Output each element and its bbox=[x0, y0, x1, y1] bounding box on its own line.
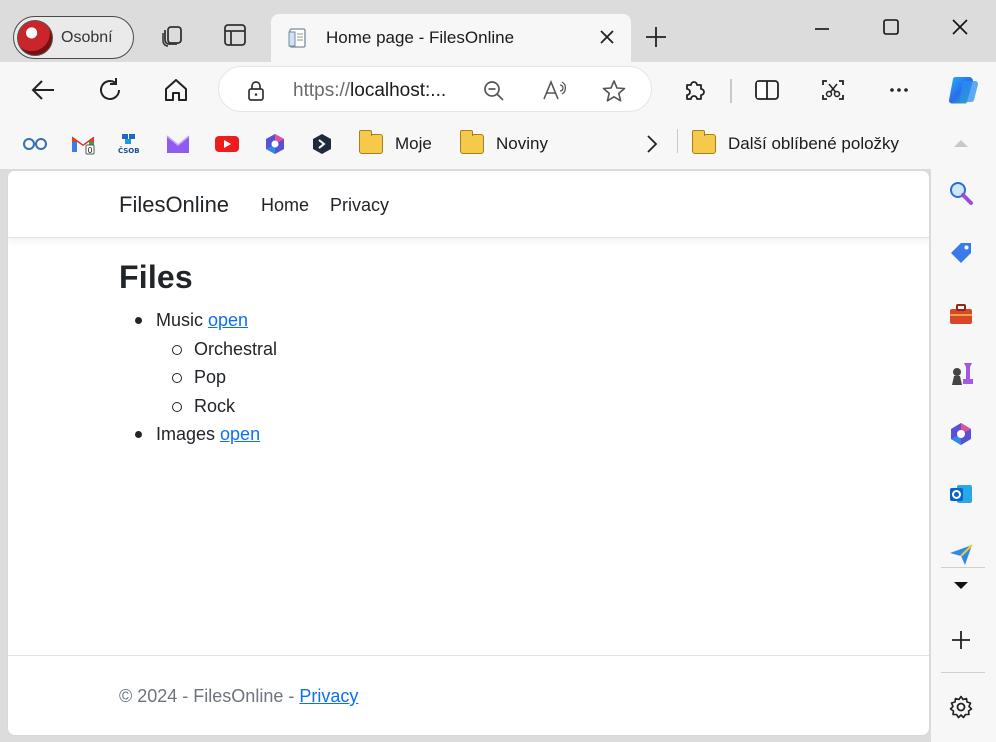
page-favicon-icon bbox=[288, 28, 306, 48]
search-icon[interactable] bbox=[947, 179, 975, 207]
folder-name: Music bbox=[156, 310, 209, 330]
url-host: localhost:... bbox=[350, 80, 447, 101]
web-capture-icon[interactable] bbox=[818, 75, 848, 105]
folder-noviny[interactable]: Noviny bbox=[459, 130, 548, 157]
proton-mail-icon[interactable] bbox=[165, 131, 191, 157]
tab-home-page[interactable]: Home page - FilesOnline bbox=[271, 14, 631, 62]
copilot-icon[interactable] bbox=[945, 72, 981, 108]
folder-icon bbox=[691, 130, 716, 154]
home-icon[interactable] bbox=[161, 75, 191, 105]
tab-title: Home page - FilesOnline bbox=[326, 28, 515, 47]
shopping-tag-icon[interactable] bbox=[947, 239, 975, 267]
browser-toolbar: https://localhost:... bbox=[0, 62, 996, 119]
zoom-icon[interactable] bbox=[481, 78, 507, 104]
file-tree: Music open Orchestral Pop Rock Images op… bbox=[119, 306, 277, 449]
page-title: Files bbox=[119, 259, 193, 295]
favorites-bar: 0 ČSOB Moje Noviny Další oblíbené položk… bbox=[0, 119, 996, 169]
sidebar-divider bbox=[941, 567, 985, 568]
svg-text:0: 0 bbox=[88, 146, 93, 155]
folder-icon bbox=[358, 130, 383, 154]
folder-label: Další oblíbené položky bbox=[728, 134, 900, 153]
list-item: Rock bbox=[156, 392, 277, 421]
workspaces-icon[interactable] bbox=[160, 22, 186, 48]
folder-label: Noviny bbox=[496, 134, 548, 153]
scroll-down-icon[interactable] bbox=[947, 572, 975, 600]
gmail-icon[interactable]: 0 bbox=[70, 131, 96, 157]
favorite-star-icon[interactable] bbox=[601, 78, 627, 104]
main-content: Files Music open Orchestral Pop Rock Ima… bbox=[119, 259, 277, 449]
site-footer: © 2024 - FilesOnline - Privacy bbox=[8, 655, 929, 735]
microsoft365-icon[interactable] bbox=[262, 131, 288, 157]
sidebar-divider bbox=[941, 672, 985, 673]
footer-privacy-link[interactable]: Privacy bbox=[299, 686, 358, 706]
close-window-icon[interactable] bbox=[945, 12, 975, 42]
favorites-divider bbox=[677, 129, 678, 153]
site-brand[interactable]: FilesOnline bbox=[119, 192, 229, 218]
tab-close-icon[interactable] bbox=[597, 27, 617, 47]
extensions-icon[interactable] bbox=[680, 75, 710, 105]
open-link[interactable]: open bbox=[220, 424, 260, 444]
open-link[interactable]: open bbox=[208, 310, 248, 330]
list-item: Orchestral bbox=[156, 335, 277, 364]
folder-moje[interactable]: Moje bbox=[358, 130, 432, 157]
folder-icon bbox=[459, 130, 484, 154]
refresh-icon[interactable] bbox=[95, 75, 125, 105]
list-item: Images open bbox=[119, 420, 277, 449]
outlook-icon[interactable] bbox=[947, 480, 975, 508]
read-aloud-icon[interactable] bbox=[541, 78, 567, 104]
more-options-icon[interactable] bbox=[884, 75, 914, 105]
scroll-up-icon[interactable] bbox=[947, 129, 975, 157]
folder-name: Images bbox=[156, 424, 221, 445]
settings-gear-icon[interactable] bbox=[947, 693, 975, 721]
maximize-icon[interactable] bbox=[876, 12, 906, 42]
chevron-right-icon[interactable] bbox=[638, 131, 664, 157]
folder-other-favorites[interactable]: Další oblíbené položky bbox=[691, 130, 900, 157]
address-url[interactable]: https://localhost:... bbox=[293, 80, 446, 102]
split-screen-icon[interactable] bbox=[752, 75, 782, 105]
url-scheme: https:// bbox=[293, 80, 351, 101]
microsoft365-sidebar-icon[interactable] bbox=[947, 420, 975, 448]
footer-text: © 2024 - FilesOnline - Privacy bbox=[119, 686, 358, 707]
list-item: Pop bbox=[156, 363, 277, 392]
back-icon[interactable] bbox=[29, 75, 59, 105]
shield-app-icon[interactable] bbox=[309, 131, 335, 157]
profile-button[interactable]: Osobní bbox=[13, 16, 134, 59]
youtube-icon[interactable] bbox=[214, 131, 240, 157]
csob-icon[interactable]: ČSOB bbox=[117, 131, 143, 157]
send-icon[interactable] bbox=[947, 540, 975, 568]
site-navbar: FilesOnline Home Privacy bbox=[8, 171, 929, 238]
folder-label: Moje bbox=[395, 134, 432, 153]
add-icon[interactable] bbox=[947, 626, 975, 654]
page-viewport: FilesOnline Home Privacy Files Music ope… bbox=[7, 170, 930, 736]
subfolder-list: Orchestral Pop Rock bbox=[156, 335, 277, 421]
title-bar: Osobní Home page - FilesOnline bbox=[0, 0, 996, 62]
list-item: Music open Orchestral Pop Rock bbox=[119, 306, 277, 420]
new-tab-icon[interactable] bbox=[643, 24, 669, 50]
address-bar[interactable]: https://localhost:... bbox=[218, 66, 652, 112]
lock-icon[interactable] bbox=[243, 78, 269, 104]
copyright-text: © 2024 - FilesOnline - bbox=[119, 686, 300, 706]
minimize-icon[interactable] bbox=[807, 12, 837, 42]
nav-privacy[interactable]: Privacy bbox=[330, 195, 389, 216]
svg-text:ČSOB: ČSOB bbox=[118, 146, 140, 155]
vertical-tabs-icon[interactable] bbox=[222, 22, 248, 48]
toolbox-icon[interactable] bbox=[947, 300, 975, 328]
link-infinity-icon[interactable] bbox=[22, 131, 48, 157]
profile-avatar bbox=[17, 19, 53, 56]
nav-home[interactable]: Home bbox=[261, 195, 309, 216]
profile-label: Osobní bbox=[61, 28, 113, 46]
edge-sidebar bbox=[931, 119, 996, 742]
games-icon[interactable] bbox=[947, 360, 975, 388]
toolbar-divider bbox=[730, 79, 732, 103]
